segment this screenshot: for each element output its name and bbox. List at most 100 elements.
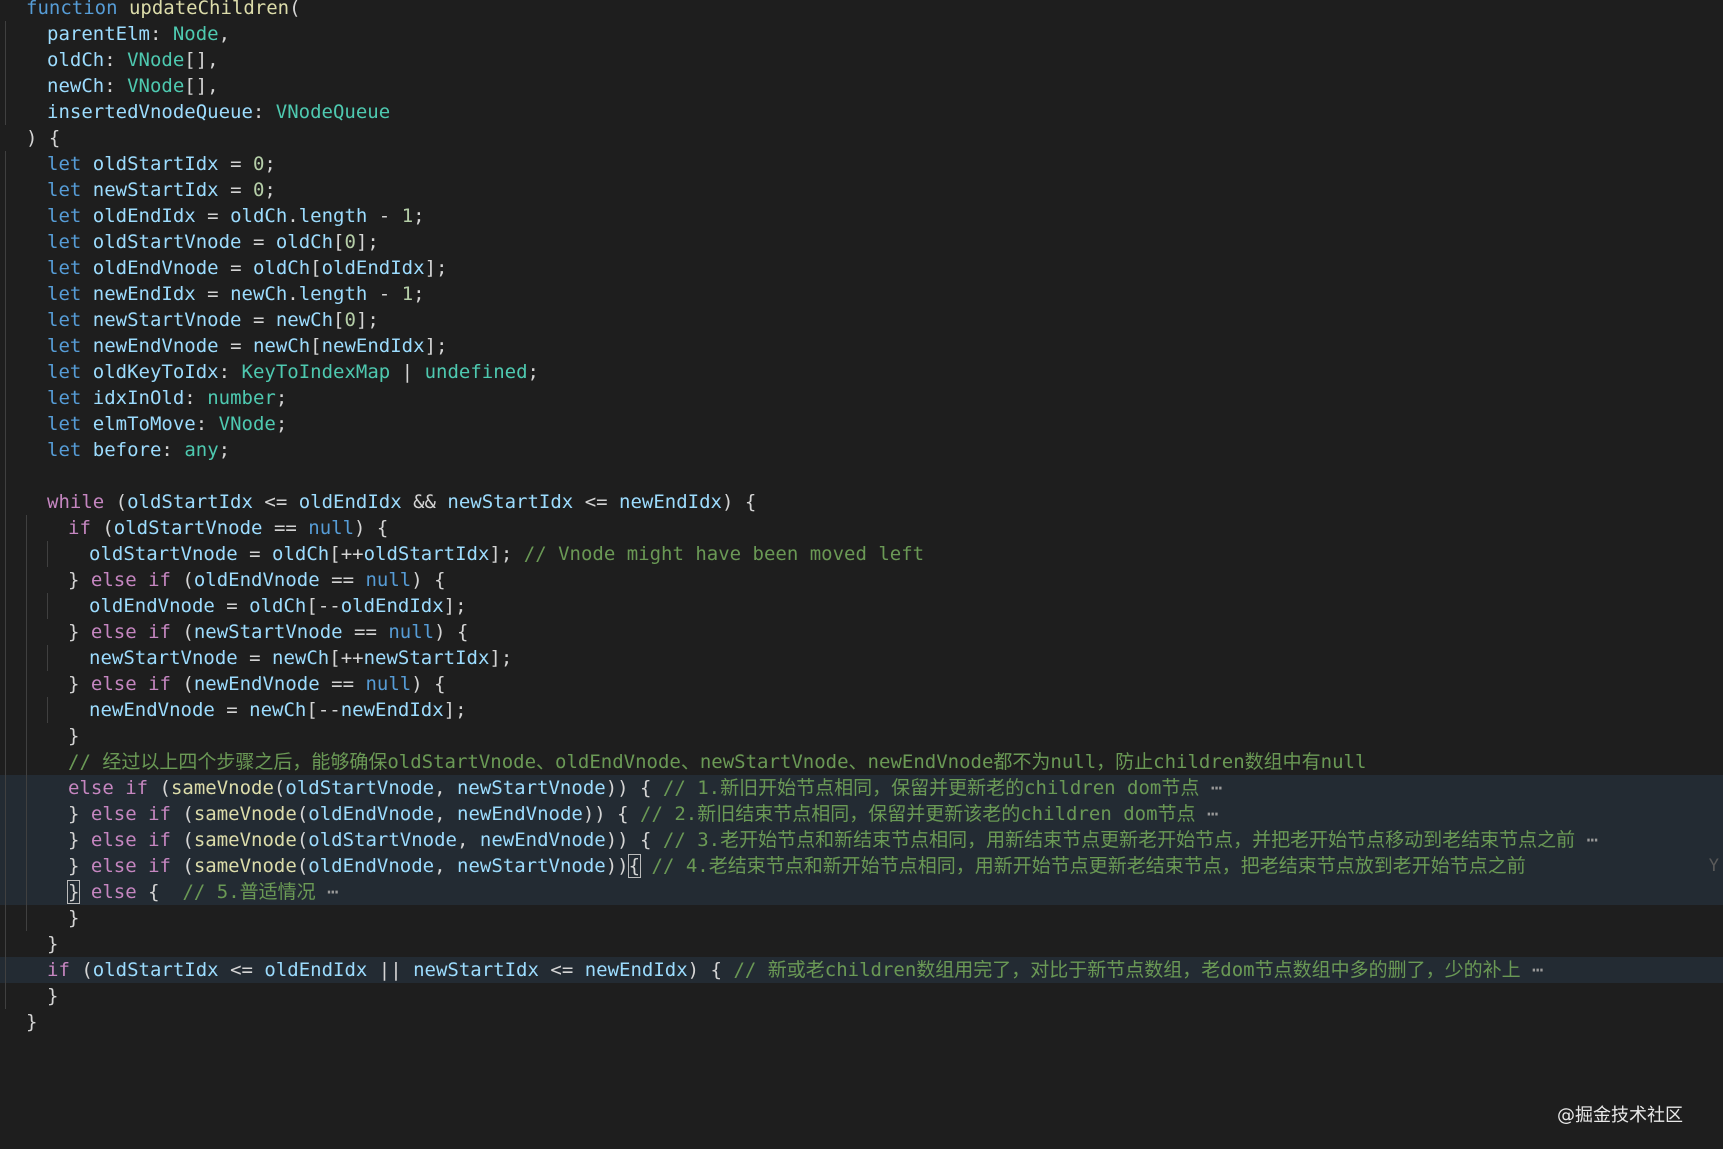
indent-guide: [26, 775, 27, 801]
code-line[interactable]: parentElm: Node,: [0, 21, 1723, 47]
code-line[interactable]: } else if (sameVnode(oldStartVnode, newE…: [0, 827, 1723, 853]
code-line[interactable]: // 经过以上四个步骤之后，能够确保oldStartVnode、oldEndVn…: [0, 749, 1723, 775]
code-token: oldKeyToIdx: [92, 361, 219, 383]
code-token: -: [367, 205, 402, 227]
code-line[interactable]: }: [0, 723, 1723, 749]
code-token: .: [287, 283, 299, 305]
code-token: else if: [90, 829, 171, 851]
code-token: (: [170, 855, 194, 877]
code-line[interactable]: let elmToMove: VNode;: [0, 411, 1723, 437]
code-line[interactable]: oldStartVnode = oldCh[++oldStartIdx]; //…: [0, 541, 1723, 567]
code-token: 0: [344, 309, 356, 331]
code-line[interactable]: }: [0, 983, 1723, 1009]
code-line[interactable]: oldEndVnode = oldCh[--oldEndIdx];: [0, 593, 1723, 619]
code-line[interactable]: } else if (newStartVnode == null) {: [0, 619, 1723, 645]
code-token: ) {: [411, 569, 446, 591]
code-token: ];: [489, 543, 524, 565]
code-token: [--: [306, 699, 341, 721]
code-line[interactable]: let oldStartVnode = oldCh[0];: [0, 229, 1723, 255]
indent-guide: [5, 47, 6, 73]
code-line[interactable]: let oldKeyToIdx: KeyToIndexMap | undefin…: [0, 359, 1723, 385]
fold-ellipsis-icon[interactable]: ⋯: [1199, 777, 1222, 799]
indent-guide: [5, 333, 6, 359]
code-token: newEndVnode: [457, 803, 583, 825]
fold-ellipsis-icon[interactable]: ⋯: [1521, 959, 1543, 981]
code-token: newCh: [47, 75, 105, 97]
code-editor[interactable]: function updateChildren(parentElm: Node,…: [0, 0, 1723, 1149]
indent-guide: [5, 411, 6, 437]
code-line[interactable]: newStartVnode = newCh[++newStartIdx];: [0, 645, 1723, 671]
code-line[interactable]: let newStartIdx = 0;: [0, 177, 1723, 203]
code-line[interactable]: if (oldStartIdx <= oldEndIdx || newStart…: [0, 957, 1723, 983]
code-line[interactable]: [0, 463, 1723, 489]
code-line[interactable]: }: [0, 1009, 1723, 1035]
code-token: newEndVnode: [92, 335, 219, 357]
code-line[interactable]: insertedVnodeQueue: VNodeQueue: [0, 99, 1723, 125]
code-token: VNodeQueue: [275, 101, 391, 123]
code-token: ) {: [354, 517, 389, 539]
code-token: :: [252, 101, 276, 123]
code-line[interactable]: ) {: [0, 125, 1723, 151]
indent-guide: [47, 593, 48, 619]
code-line[interactable]: function updateChildren(: [0, 0, 1723, 21]
code-line[interactable]: }: [0, 931, 1723, 957]
code-token: }: [66, 880, 81, 904]
code-line[interactable]: } else if (sameVnode(oldEndVnode, newEnd…: [0, 801, 1723, 827]
code-line[interactable]: let newEndVnode = newCh[newEndIdx];: [0, 333, 1723, 359]
indent-guide: [5, 203, 6, 229]
code-line[interactable]: while (oldStartIdx <= oldEndIdx && newSt…: [0, 489, 1723, 515]
code-token: KeyToIndexMap: [241, 361, 391, 383]
code-token: |: [390, 361, 425, 383]
indent-guide: [26, 567, 27, 593]
code-token: ==: [319, 673, 366, 695]
code-comment: // Vnode might have been moved left: [523, 543, 925, 565]
code-line[interactable]: } else if (sameVnode(oldEndVnode, newSta…: [0, 853, 1723, 879]
code-line[interactable]: newEndVnode = newCh[--newEndIdx];: [0, 697, 1723, 723]
code-text: oldEndVnode = oldCh[--oldEndIdx];: [89, 593, 467, 619]
code-token: -: [367, 283, 402, 305]
indent-guide: [5, 775, 6, 801]
code-token: oldEndIdx: [321, 257, 425, 279]
code-line[interactable]: oldCh: VNode[],: [0, 47, 1723, 73]
code-line[interactable]: let idxInOld: number;: [0, 385, 1723, 411]
code-line[interactable]: let oldEndVnode = oldCh[oldEndIdx];: [0, 255, 1723, 281]
code-line[interactable]: let oldStartIdx = 0;: [0, 151, 1723, 177]
code-comment: // 1.新旧开始节点相同，保留并更新老的children dom节点: [662, 777, 1200, 799]
code-token: {: [627, 854, 642, 878]
code-token: newCh: [272, 647, 330, 669]
code-text: let newEndVnode = newCh[newEndIdx];: [47, 333, 447, 359]
indent-guide: [26, 541, 27, 567]
code-text: }: [47, 931, 58, 957]
code-text: }: [26, 1009, 37, 1035]
fold-ellipsis-icon[interactable]: ⋯: [1575, 829, 1598, 851]
indent-guide: [5, 931, 6, 957]
code-line[interactable]: else if (sameVnode(oldStartVnode, newSta…: [0, 775, 1723, 801]
code-line[interactable]: }: [0, 905, 1723, 931]
code-line[interactable]: } else if (oldEndVnode == null) {: [0, 567, 1723, 593]
code-token: ) {: [721, 491, 757, 513]
indent-guide: [26, 723, 27, 749]
code-token: (: [104, 491, 128, 513]
code-token: ];: [355, 309, 379, 331]
code-token: sameVnode: [193, 855, 297, 877]
code-line[interactable]: let newEndIdx = newCh.length - 1;: [0, 281, 1723, 307]
indent-guide: [5, 619, 6, 645]
code-text: oldCh: VNode[],: [47, 47, 219, 73]
code-line[interactable]: newCh: VNode[],: [0, 73, 1723, 99]
fold-ellipsis-icon[interactable]: ⋯: [1196, 803, 1218, 825]
code-line[interactable]: if (oldStartVnode == null) {: [0, 515, 1723, 541]
code-line[interactable]: let newStartVnode = newCh[0];: [0, 307, 1723, 333]
fold-ellipsis-icon[interactable]: ⋯: [316, 881, 338, 903]
code-line[interactable]: let oldEndIdx = oldCh.length - 1;: [0, 203, 1723, 229]
code-line[interactable]: } else { // 5.普适情况 ⋯: [0, 879, 1723, 905]
indent-guide: [5, 853, 6, 879]
code-line[interactable]: } else if (newEndVnode == null) {: [0, 671, 1723, 697]
indent-guide: [5, 437, 6, 463]
code-text: let newStartVnode = newCh[0];: [47, 307, 379, 333]
code-line[interactable]: let before: any;: [0, 437, 1723, 463]
code-token: ];: [443, 699, 467, 721]
